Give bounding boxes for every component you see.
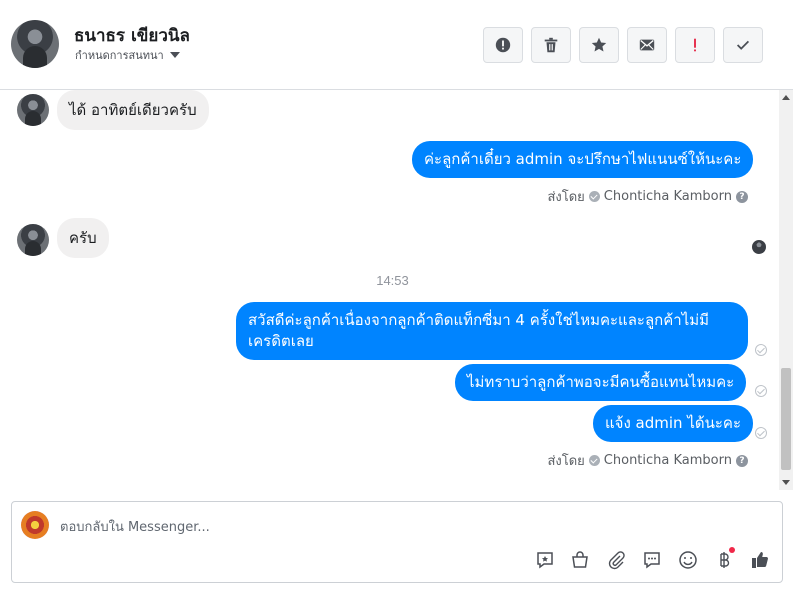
conversation-schedule-dropdown[interactable]: กำหนดการสนทนา xyxy=(75,46,180,64)
sent-by-label: ส่งโดย xyxy=(547,454,585,469)
message-bubble-outgoing[interactable]: สวัสดีค่ะลูกค้าเนื่องจากลูกค้าติดแท็กซี่… xyxy=(236,302,748,360)
mark-unread-button[interactable] xyxy=(627,27,667,63)
priority-button[interactable] xyxy=(675,27,715,63)
mark-spam-button[interactable] xyxy=(483,27,523,63)
payment-button[interactable] xyxy=(713,547,735,571)
scrollbar[interactable] xyxy=(779,90,793,490)
message-thread[interactable]: ได้ อาทิตย์เดียวครับ ค่ะลูกค้าเดี๋ยว adm… xyxy=(0,90,780,490)
checkmark-icon xyxy=(736,40,750,50)
delivered-check-icon xyxy=(755,344,767,356)
reply-composer: ตอบกลับใน Messenger... xyxy=(11,501,783,583)
alert-circle-icon xyxy=(495,37,511,53)
contact-avatar xyxy=(17,94,49,126)
timestamp: 14:53 xyxy=(376,273,409,288)
star-icon xyxy=(591,37,607,52)
notification-dot xyxy=(729,547,735,553)
emoji-button[interactable] xyxy=(677,549,699,571)
sent-by-name[interactable]: Chonticha Kamborn xyxy=(604,453,732,468)
page-avatar xyxy=(21,511,49,539)
delete-button[interactable] xyxy=(531,27,571,63)
scrollbar-thumb[interactable] xyxy=(781,368,791,470)
thumbs-up-icon xyxy=(752,552,768,568)
seen-avatar-icon xyxy=(752,240,766,254)
message-bubble-incoming[interactable]: ครับ xyxy=(57,218,109,258)
delivered-check-icon xyxy=(755,385,767,397)
message-bubble-outgoing[interactable]: ไม่ทราบว่าลูกค้าพอจะมีคนซื้อแทนไหมคะ xyxy=(455,364,747,401)
contact-avatar xyxy=(17,224,49,256)
exclamation-icon xyxy=(694,38,696,52)
emoji-icon xyxy=(679,551,697,569)
envelope-icon xyxy=(639,39,655,51)
message-bubble-incoming[interactable]: ได้ อาทิตย์เดียวครับ xyxy=(57,90,209,130)
caret-down-icon xyxy=(169,52,180,58)
help-icon[interactable]: ? xyxy=(736,454,748,467)
sent-by-name[interactable]: Chonticha Kamborn xyxy=(604,189,732,204)
contact-name[interactable]: ธนาธร เขียวนิล xyxy=(74,22,190,49)
message-bubble-outgoing[interactable]: ค่ะลูกค้าเดี๋ยว admin จะปรึกษาไฟแนนซ์ให้… xyxy=(412,141,754,178)
mark-done-button[interactable] xyxy=(723,27,763,63)
contact-avatar[interactable] xyxy=(11,20,59,68)
help-icon[interactable]: ? xyxy=(736,190,748,203)
message-bubble-outgoing[interactable]: แจ้ง admin ได้นะคะ xyxy=(593,405,754,442)
chat-bubble-icon xyxy=(644,552,660,569)
trash-icon xyxy=(544,37,558,53)
like-button[interactable] xyxy=(749,549,771,571)
sent-by-line: ส่งโดย Chonticha Kamborn ? xyxy=(547,450,748,471)
baht-payment-icon xyxy=(720,552,730,568)
delivered-check-icon xyxy=(755,427,767,439)
saved-reply-button[interactable] xyxy=(534,549,556,571)
sent-by-label: ส่งโดย xyxy=(547,190,585,205)
sent-check-icon xyxy=(588,191,600,202)
scroll-up-arrow-icon[interactable] xyxy=(782,95,790,100)
paperclip-icon xyxy=(608,551,625,570)
shop-button[interactable] xyxy=(569,549,591,571)
conversation-schedule-label: กำหนดการสนทนา xyxy=(75,49,164,62)
shopping-bag-icon xyxy=(572,551,588,568)
star-button[interactable] xyxy=(579,27,619,63)
conversation-header: ธนาธร เขียวนิล กำหนดการสนทนา xyxy=(0,0,793,90)
reply-input[interactable]: ตอบกลับใน Messenger... xyxy=(60,516,210,537)
attach-button[interactable] xyxy=(605,549,627,571)
message-template-button[interactable] xyxy=(641,549,663,571)
sent-check-icon xyxy=(588,455,600,466)
scroll-down-arrow-icon[interactable] xyxy=(782,480,790,485)
sent-by-line: ส่งโดย Chonticha Kamborn ? xyxy=(547,186,748,207)
reply-icon xyxy=(537,552,553,569)
